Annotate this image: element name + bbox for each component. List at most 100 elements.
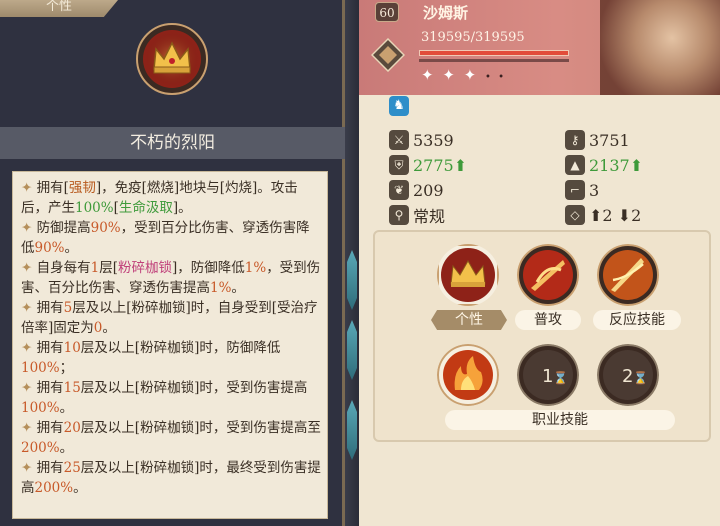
description-line: ✦ 自身每有1层[粉碎枷锁]，防御降低1%，受到伤害、百分比伤害、穿透伤害提高1…	[21, 258, 321, 298]
trait-description: ✦ 拥有[强韧]，免疫[燃烧]地块与[灼烧]。攻击后，产生100%[生命汲取]。…	[12, 171, 328, 519]
description-text: 200%	[21, 440, 60, 456]
description-text: 20	[63, 420, 81, 436]
range-icon: ◇	[565, 205, 585, 225]
character-name: 沙姆斯	[423, 4, 469, 22]
description-text: 15	[63, 380, 81, 396]
description-text: 粉碎枷锁	[117, 260, 172, 276]
sparkle-icon: ✦	[21, 460, 37, 476]
trait-tab[interactable]: 个性	[0, 0, 118, 17]
normal-attack-label[interactable]: 普攻	[515, 310, 581, 330]
description-text: 5	[63, 300, 73, 316]
description-text: 100%	[21, 360, 60, 376]
description-text: 拥有	[36, 420, 64, 436]
trait-detail-panel: 个性 不朽的烈阳 ✦ 拥有[强韧]，免疫[燃烧]地块与[灼烧]。攻击后，产生10…	[0, 0, 345, 526]
stat-type: ⚲ 常规	[389, 204, 549, 226]
sparkle-icon: ✦	[21, 180, 37, 196]
trait-skill-icon[interactable]	[437, 244, 499, 306]
shield-icon: ⛨	[389, 155, 409, 175]
description-text: 。	[64, 240, 79, 256]
svg-text:⌛: ⌛	[633, 371, 648, 385]
description-text: 强韧	[68, 180, 96, 196]
stat-atk: ⚔ 5359	[389, 129, 549, 151]
reaction-skill-icon[interactable]	[597, 244, 659, 306]
wing-icon: ❦	[389, 180, 409, 200]
profession-skill-fire-icon[interactable]	[437, 344, 499, 406]
profession-slot-2-icon[interactable]: 2 ⌛	[597, 344, 659, 406]
crown-trait-icon	[136, 23, 208, 95]
sparkle-icon: ✦	[21, 340, 37, 356]
divider-gem	[347, 320, 357, 380]
character-header: 60 沙姆斯 319595/319595 ✦ ✦ ✦ • •	[359, 0, 720, 95]
star-rating: ✦ ✦ ✦ • •	[421, 66, 507, 84]
divider-gem	[347, 400, 357, 460]
stat-mdef: ▲ 2137 ⬆	[565, 154, 715, 176]
sparkle-icon: ✦	[21, 300, 37, 316]
description-text: 层及以上[粉碎枷锁]时，受到伤害提高至	[80, 420, 321, 436]
sparkle-icon: ✦	[21, 420, 37, 436]
sparkle-icon: ✦	[21, 260, 37, 276]
hp-bar	[419, 50, 569, 56]
description-text: 100%	[75, 200, 114, 216]
svg-text:2: 2	[622, 366, 633, 387]
wizard-hat-icon: ▲	[565, 155, 585, 175]
description-line: ✦ 拥有[强韧]，免疫[燃烧]地块与[灼烧]。攻击后，产生100%[生命汲取]。	[21, 178, 321, 218]
profession-skill-label: 职业技能	[445, 410, 675, 430]
description-text: 自身每有	[36, 260, 91, 276]
boot-icon: ⌐	[565, 180, 585, 200]
description-text: 生命汲取	[118, 200, 173, 216]
trait-name: 不朽的烈阳	[0, 127, 345, 159]
profession-slot-1-icon[interactable]: 1 ⌛	[517, 344, 579, 406]
character-panel: 60 沙姆斯 319595/319595 ✦ ✦ ✦ • • ♞ ⚔ 5359 ⚷…	[359, 0, 720, 526]
normal-attack-icon[interactable]	[517, 244, 579, 306]
stat-range: ◇ ⬆2 ⬇2	[565, 204, 715, 226]
key-icon: ⚷	[565, 130, 585, 150]
description-text: 拥有	[36, 460, 64, 476]
stat-tech: ❦ 209	[389, 179, 549, 201]
description-text: ；	[59, 360, 74, 376]
description-text: 。	[102, 320, 116, 336]
stat-def: ⛨ 2775 ⬆	[389, 154, 549, 176]
divider-gem	[347, 250, 357, 310]
description-text: 10	[63, 340, 81, 356]
description-text: 层及以上[粉碎枷锁]时，受到伤害提高	[80, 380, 308, 396]
description-text: 拥有	[36, 380, 64, 396]
panel-divider	[345, 0, 359, 526]
description-text: 。	[73, 480, 87, 496]
svg-text:⌛: ⌛	[553, 371, 568, 385]
description-text: 拥有	[36, 340, 64, 356]
description-line: ✦ 拥有25层及以上[粉碎枷锁]时，最终受到伤害提高200%。	[21, 458, 321, 498]
skills-box: 个性 普攻 反应技能 1 ⌛ 2 ⌛ 职业技能	[373, 230, 711, 442]
description-text: 1	[90, 260, 100, 276]
description-text: 层[	[99, 260, 118, 276]
description-text: 25	[63, 460, 81, 476]
description-text: 拥有	[36, 300, 64, 316]
description-line: ✦ 防御提高90%，受到百分比伤害、穿透伤害降低90%。	[21, 218, 321, 258]
description-text: 1%	[210, 280, 232, 296]
stat-move: ⌐ 3	[565, 179, 715, 201]
description-text: 90%	[34, 240, 65, 256]
description-text: 1%	[244, 260, 267, 276]
description-line: ✦ 拥有10层及以上[粉碎枷锁]时，防御降低 100%；	[21, 338, 321, 378]
description-line: ✦ 拥有20层及以上[粉碎枷锁]时，受到伤害提高至 200%。	[21, 418, 321, 458]
class-emblem-icon	[371, 38, 405, 72]
stat-mag: ⚷ 3751	[565, 129, 715, 151]
description-text: 层及以上[粉碎枷锁]时，防御降低	[80, 340, 281, 356]
svg-text:1: 1	[542, 366, 553, 387]
description-text: 拥有[	[36, 180, 69, 196]
description-text: 90%	[90, 220, 121, 236]
mp-bar	[419, 59, 569, 62]
description-text: 100%	[21, 400, 60, 416]
trait-tab-label[interactable]: 个性	[431, 310, 507, 330]
level-badge: 60	[375, 2, 399, 22]
figure-icon: ⚲	[389, 205, 409, 225]
description-line: ✦ 拥有5层及以上[粉碎枷锁]时，自身受到[受治疗倍率]固定为0。	[21, 298, 321, 338]
reaction-skill-label[interactable]: 反应技能	[593, 310, 681, 330]
description-text: 防御提高	[36, 220, 91, 236]
sparkle-icon: ✦	[21, 220, 37, 236]
description-line: ✦ 拥有15层及以上[粉碎枷锁]时，受到伤害提高 100%。	[21, 378, 321, 418]
hp-text: 319595/319595	[421, 30, 525, 45]
description-text: 200%	[34, 480, 74, 496]
sword-icon: ⚔	[389, 130, 409, 150]
cavalry-icon[interactable]: ♞	[389, 96, 409, 116]
description-text: 。	[59, 400, 74, 416]
